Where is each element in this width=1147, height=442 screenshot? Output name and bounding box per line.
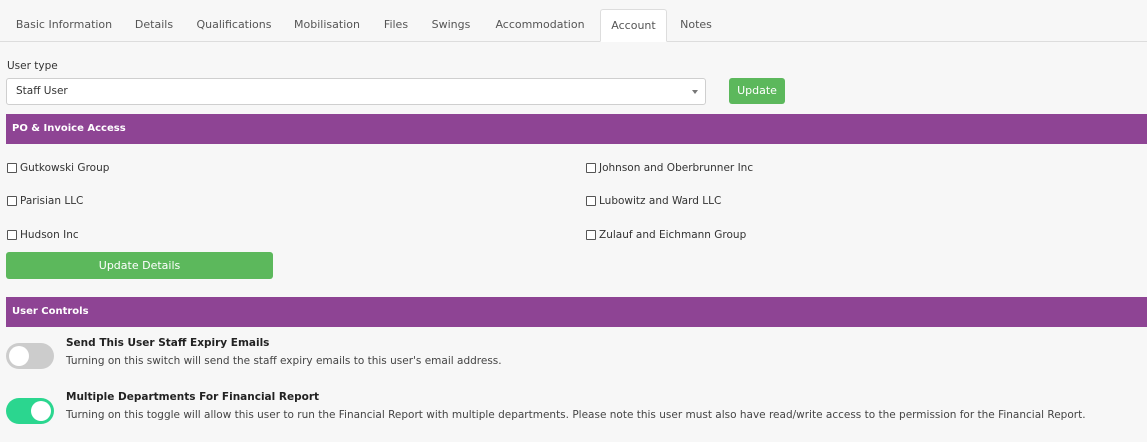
toggle-knob xyxy=(9,346,29,366)
user-type-select[interactable]: Staff User xyxy=(6,78,706,105)
staff-expiry-emails-description: Turning on this switch will send the sta… xyxy=(66,355,502,367)
checkbox-label: Gutkowski Group xyxy=(20,162,110,174)
po-invoice-access-header: PO & Invoice Access xyxy=(6,114,1147,144)
tab-notes[interactable]: Notes xyxy=(670,9,722,41)
tab-mobilisation[interactable]: Mobilisation xyxy=(285,9,369,41)
tab-qualifications[interactable]: Qualifications xyxy=(187,9,281,41)
tab-bar: Basic Information Details Qualifications… xyxy=(0,0,1147,42)
toggle-knob xyxy=(31,401,51,421)
multiple-departments-title: Multiple Departments For Financial Repor… xyxy=(66,391,320,403)
multiple-departments-toggle[interactable] xyxy=(6,398,54,424)
checkbox-company[interactable]: Zulauf and Eichmann Group xyxy=(586,229,746,241)
checkbox-label: Johnson and Oberbrunner Inc xyxy=(599,162,754,174)
checkbox-label: Parisian LLC xyxy=(20,195,84,207)
tab-accommodation[interactable]: Accommodation xyxy=(483,9,597,41)
user-type-selected-value: Staff User xyxy=(16,85,68,97)
checkbox-company[interactable]: Johnson and Oberbrunner Inc xyxy=(586,162,753,174)
checkbox-company[interactable]: Hudson Inc xyxy=(7,229,79,241)
staff-expiry-emails-title: Send This User Staff Expiry Emails xyxy=(66,337,270,349)
tab-swings[interactable]: Swings xyxy=(423,9,479,41)
tab-basic-information[interactable]: Basic Information xyxy=(7,9,121,41)
checkbox[interactable] xyxy=(586,163,596,173)
user-controls-header: User Controls xyxy=(6,297,1147,327)
tab-files[interactable]: Files xyxy=(373,9,419,41)
tab-details[interactable]: Details xyxy=(125,9,183,41)
update-details-button[interactable]: Update Details xyxy=(6,252,273,279)
tab-account[interactable]: Account xyxy=(600,9,667,42)
checkbox-label: Zulauf and Eichmann Group xyxy=(599,229,747,241)
multiple-departments-description: Turning on this toggle will allow this u… xyxy=(66,409,1086,421)
checkbox-label: Hudson Inc xyxy=(20,229,79,241)
user-type-label: User type xyxy=(7,60,58,72)
chevron-down-icon xyxy=(692,90,698,94)
checkbox[interactable] xyxy=(7,163,17,173)
checkbox[interactable] xyxy=(7,230,17,240)
staff-expiry-emails-toggle[interactable] xyxy=(6,343,54,369)
checkbox-company[interactable]: Lubowitz and Ward LLC xyxy=(586,195,721,207)
checkbox[interactable] xyxy=(586,196,596,206)
update-user-type-button[interactable]: Update xyxy=(729,78,785,104)
checkbox-company[interactable]: Gutkowski Group xyxy=(7,162,109,174)
checkbox[interactable] xyxy=(586,230,596,240)
checkbox-label: Lubowitz and Ward LLC xyxy=(599,195,722,207)
checkbox-company[interactable]: Parisian LLC xyxy=(7,195,83,207)
checkbox[interactable] xyxy=(7,196,17,206)
